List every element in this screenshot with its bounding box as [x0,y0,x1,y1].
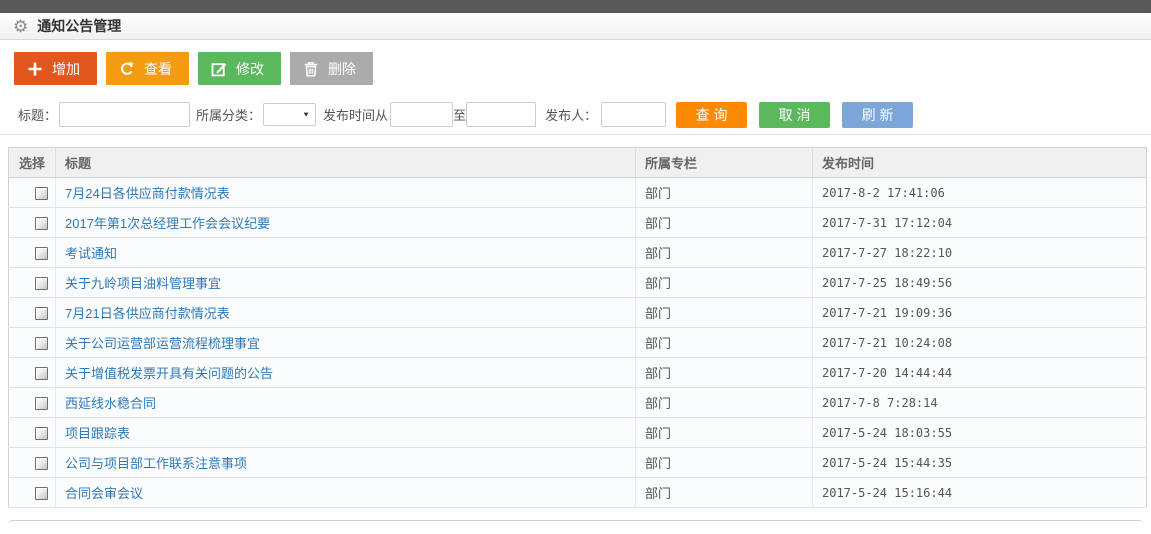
row-time: 2017-5-24 15:44:35 [813,448,1147,478]
row-title-link[interactable]: 关于九岭项目油料管理事宜 [65,276,221,291]
row-checkbox[interactable] [35,457,48,470]
row-time: 2017-7-20 14:44:44 [813,358,1147,388]
gear-icon: ⚙ [13,18,28,35]
title-filter-input[interactable] [59,102,190,127]
row-column: 部门 [636,208,813,238]
col-header-select: 选择 [9,148,56,178]
category-select[interactable]: ▼ [263,103,316,126]
row-time: 2017-7-8 7:28:14 [813,388,1147,418]
row-title-link[interactable]: 合同会审会议 [65,486,143,501]
row-column: 部门 [636,388,813,418]
table-row: 项目跟踪表 部门 2017-5-24 18:03:55 [9,418,1147,448]
pagination-divider [8,520,1143,526]
view-button[interactable]: 查看 [106,52,189,85]
row-title-link[interactable]: 关于公司运营部运营流程梳理事宜 [65,336,260,351]
row-checkbox[interactable] [35,397,48,410]
row-checkbox[interactable] [35,307,48,320]
table-row: 关于增值税发票开具有关问题的公告 部门 2017-7-20 14:44:44 [9,358,1147,388]
row-checkbox[interactable] [35,247,48,260]
row-column: 部门 [636,478,813,508]
row-time: 2017-7-31 17:12:04 [813,208,1147,238]
edit-button[interactable]: 修改 [198,52,281,85]
row-time: 2017-7-21 10:24:08 [813,328,1147,358]
row-title-link[interactable]: 项目跟踪表 [65,426,130,441]
add-button-label: 增加 [52,59,80,79]
col-header-time: 发布时间 [813,148,1147,178]
row-checkbox[interactable] [35,217,48,230]
delete-button-label: 删除 [328,59,356,79]
row-title-link[interactable]: 2017年第1次总经理工作会会议纪要 [65,216,270,231]
refresh-icon [119,61,135,77]
table-body: 7月24日各供应商付款情况表 部门 2017-8-2 17:41:06 2017… [9,178,1147,508]
category-filter-label: 所属分类： [196,105,261,124]
row-column: 部门 [636,298,813,328]
table-row: 公司与项目部工作联系注意事项 部门 2017-5-24 15:44:35 [9,448,1147,478]
notice-table: 选择 标题 所属专栏 发布时间 7月24日各供应商付款情况表 部门 2017-8… [8,147,1147,508]
row-checkbox[interactable] [35,487,48,500]
publisher-input[interactable] [601,102,666,127]
row-checkbox[interactable] [35,367,48,380]
col-header-title: 标题 [56,148,636,178]
table-row: 关于九岭项目油料管理事宜 部门 2017-7-25 18:49:56 [9,268,1147,298]
col-header-column: 所属专栏 [636,148,813,178]
date-from-input[interactable] [390,102,453,127]
date-to-input[interactable] [466,102,536,127]
page-header: ⚙ 通知公告管理 [0,13,1151,40]
row-column: 部门 [636,268,813,298]
row-column: 部门 [636,358,813,388]
edit-icon [211,61,227,77]
row-checkbox[interactable] [35,277,48,290]
chevron-down-icon: ▼ [302,111,310,119]
row-title-link[interactable]: 公司与项目部工作联系注意事项 [65,456,247,471]
row-title-link[interactable]: 关于增值税发票开具有关问题的公告 [65,366,273,381]
date-from-label: 发布时间从 [323,105,388,124]
delete-button[interactable]: 删除 [290,52,373,85]
row-title-link[interactable]: 7月21日各供应商付款情况表 [65,306,230,321]
table-row: 关于公司运营部运营流程梳理事宜 部门 2017-7-21 10:24:08 [9,328,1147,358]
publisher-label: 发布人： [545,105,597,124]
row-column: 部门 [636,448,813,478]
row-checkbox[interactable] [35,187,48,200]
date-to-label: 至 [453,105,466,124]
row-time: 2017-7-21 19:09:36 [813,298,1147,328]
row-column: 部门 [636,238,813,268]
table-row: 7月24日各供应商付款情况表 部门 2017-8-2 17:41:06 [9,178,1147,208]
table-row: 西延线水稳合同 部门 2017-7-8 7:28:14 [9,388,1147,418]
table-row: 7月21日各供应商付款情况表 部门 2017-7-21 19:09:36 [9,298,1147,328]
search-button[interactable]: 查 询 [676,102,747,128]
row-checkbox[interactable] [35,427,48,440]
row-title-link[interactable]: 考试通知 [65,246,117,261]
filter-bar: 标题： 所属分类： ▼ 发布时间从 至 发布人： 查 询 取 消 刷 新 [0,101,1151,135]
row-title-link[interactable]: 7月24日各供应商付款情况表 [65,186,230,201]
page-title: 通知公告管理 [37,16,121,36]
row-time: 2017-5-24 18:03:55 [813,418,1147,448]
row-time: 2017-5-24 15:16:44 [813,478,1147,508]
row-time: 2017-8-2 17:41:06 [813,178,1147,208]
row-time: 2017-7-27 18:22:10 [813,238,1147,268]
toolbar: 增加 查看 修改 删除 [14,52,1151,85]
row-checkbox[interactable] [35,337,48,350]
table-row: 考试通知 部门 2017-7-27 18:22:10 [9,238,1147,268]
row-column: 部门 [636,418,813,448]
row-column: 部门 [636,178,813,208]
top-bar [0,0,1151,13]
trash-icon [303,61,319,77]
refresh-button[interactable]: 刷 新 [842,102,913,128]
table-row: 合同会审会议 部门 2017-5-24 15:16:44 [9,478,1147,508]
table-row: 2017年第1次总经理工作会会议纪要 部门 2017-7-31 17:12:04 [9,208,1147,238]
row-time: 2017-7-25 18:49:56 [813,268,1147,298]
edit-button-label: 修改 [236,59,264,79]
add-button[interactable]: 增加 [14,52,97,85]
view-button-label: 查看 [144,59,172,79]
table-header-row: 选择 标题 所属专栏 发布时间 [9,148,1147,178]
title-filter-label: 标题： [18,105,57,124]
row-title-link[interactable]: 西延线水稳合同 [65,396,156,411]
plus-icon [27,61,43,77]
cancel-button[interactable]: 取 消 [759,102,830,128]
row-column: 部门 [636,328,813,358]
